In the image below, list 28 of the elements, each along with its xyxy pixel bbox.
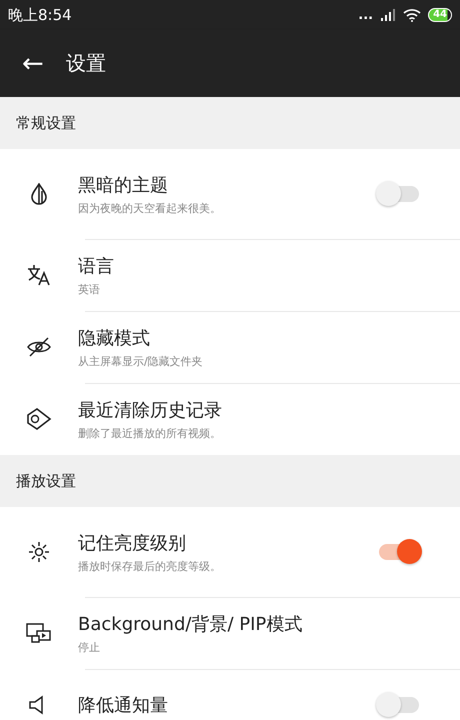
setting-title[interactable]: 记住亮度级别 [78,530,374,554]
section-header: 播放设置 [0,455,460,507]
setting-title[interactable]: 黑暗的主题 [78,172,374,196]
back-button[interactable]: ← [22,48,44,78]
setting-title[interactable]: 语言 [78,254,460,278]
status-time: 晚上8:54 [8,6,72,24]
pip-icon [26,622,52,644]
play-tag-icon [26,407,52,431]
drop-icon [30,183,48,205]
setting-description: 播放时保存最后的亮度等级。 [78,558,222,574]
setting-description: 因为夜晚的天空看起来很美。 [78,200,222,216]
setting-description: 从主屏幕显示/隐藏文件夹 [78,354,204,368]
signal-icon [380,9,396,21]
setting-description: 英语 [78,282,101,296]
page-title: 设置 [66,50,106,77]
setting-description: 删除了最近播放的所有视频。 [78,426,222,440]
dots: ... [358,8,374,22]
wifi-icon [403,8,422,22]
setting-title[interactable]: 隐藏模式 [78,326,460,350]
battery-icon: 44 [428,8,452,22]
brightness-icon [28,541,50,563]
section-header: 常规设置 [0,97,460,149]
setting-description: 停止 [78,640,101,654]
setting-title[interactable]: Background/背景/ PIP模式 [78,612,460,636]
setting-title[interactable]: 降低通知量 [78,693,374,717]
setting-title[interactable]: 最近清除历史记录 [78,398,460,422]
translate-icon [27,264,51,286]
hidden-eye-icon [27,337,51,357]
